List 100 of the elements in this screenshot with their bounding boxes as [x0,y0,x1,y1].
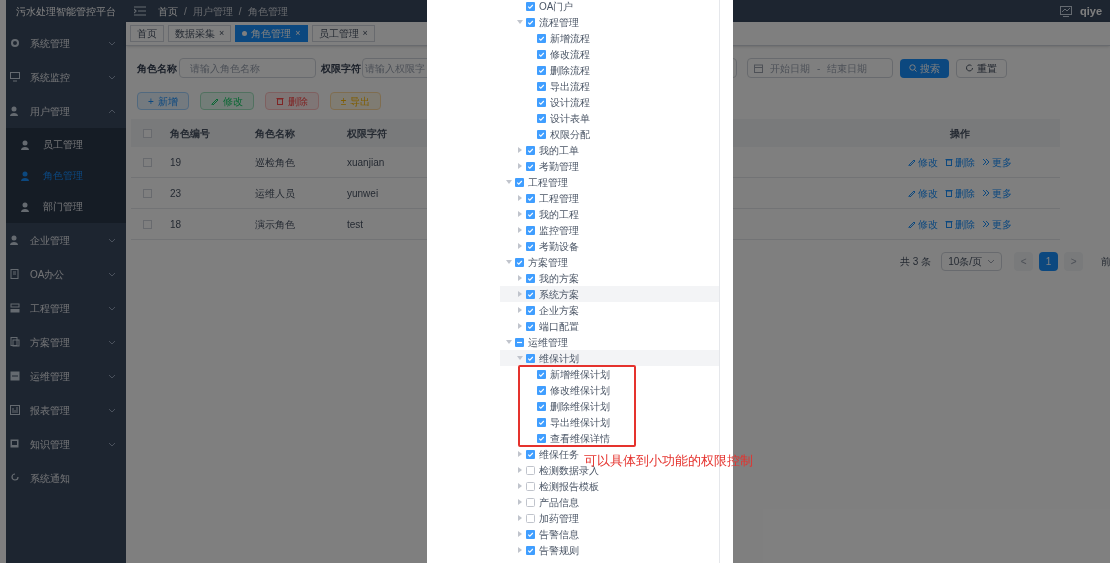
checkbox[interactable] [526,241,535,251]
checkbox[interactable] [515,337,524,347]
checkbox[interactable] [537,385,546,395]
checkbox[interactable] [526,161,535,171]
user-name[interactable]: qiye [1080,2,1102,20]
menu-item[interactable]: 报表管理 [6,393,126,427]
tree-node[interactable]: 设计流程 [500,94,590,110]
checkbox[interactable] [526,145,535,155]
tree-node[interactable]: 企业方案 [500,302,579,318]
tree-node[interactable]: 考勤设备 [500,238,579,254]
caret-down-icon[interactable] [517,355,523,361]
checkbox[interactable] [526,465,535,475]
checkbox[interactable] [515,177,524,187]
menu-item[interactable]: 企业管理 [6,223,126,257]
checkbox[interactable] [526,497,535,507]
delete-button[interactable]: 删除 [264,92,319,110]
menu-item[interactable]: 知识管理 [6,427,126,461]
checkbox[interactable] [526,289,535,299]
caret-right-icon[interactable] [517,291,523,297]
caret-right-icon[interactable] [517,243,523,249]
tree-node[interactable]: 工程管理 [500,174,568,190]
row-action-link[interactable]: 更多 [982,185,1012,201]
add-button[interactable]: + 新增 [137,92,189,110]
tree-node[interactable]: 流程管理 [500,14,579,30]
caret-right-icon[interactable] [517,515,523,521]
checkbox[interactable] [526,209,535,219]
caret-right-icon[interactable] [517,275,523,281]
tree-node[interactable]: 告警信息 [500,526,579,542]
checkbox[interactable] [526,545,535,555]
tab[interactable]: 数据采集 × [168,25,232,42]
menu-icon[interactable] [134,6,146,16]
menu-item[interactable]: 运维管理 [6,359,126,393]
caret-right-icon[interactable] [517,323,523,329]
checkbox[interactable] [526,513,535,523]
row-action-link[interactable]: 删除 [945,216,975,232]
checkbox[interactable] [526,193,535,203]
row-action-link[interactable]: 删除 [945,154,975,170]
row-action-link[interactable]: 更多 [982,216,1012,232]
checkbox[interactable] [537,129,546,139]
caret-right-icon[interactable] [517,547,523,553]
breadcrumb-link[interactable]: 用户管理 [192,3,233,19]
caret-right-icon[interactable] [517,211,523,217]
caret-right-icon[interactable] [517,451,523,457]
tree-node[interactable]: 我的方案 [500,270,579,286]
reset-button[interactable]: 重置 [956,58,1007,78]
checkbox[interactable] [537,49,546,59]
submenu-item[interactable]: 部门管理 [6,191,126,222]
checkbox[interactable] [526,529,535,539]
tab[interactable]: 角色管理 × [235,25,308,42]
checkbox[interactable] [537,433,546,443]
checkbox[interactable] [526,1,535,11]
tree-node[interactable]: 维保任务 [500,446,579,462]
tree-node[interactable]: 导出流程 [500,78,590,94]
tree-node[interactable]: OA门户 [500,0,574,14]
checkbox[interactable] [526,353,535,363]
checkbox[interactable] [526,305,535,315]
caret-right-icon[interactable] [517,227,523,233]
menu-item[interactable]: 系统监控 [6,60,126,94]
checkbox[interactable] [537,33,546,43]
caret-down-icon[interactable] [517,19,523,25]
tree-node[interactable]: 考勤管理 [500,158,579,174]
checkbox[interactable] [526,17,535,27]
tree-node[interactable]: 删除流程 [500,62,590,78]
menu-item[interactable]: 方案管理 [6,325,126,359]
checkbox[interactable] [526,449,535,459]
tree-node[interactable]: 新增维保计划 [500,366,610,382]
caret-down-icon[interactable] [506,339,512,345]
menu-item[interactable]: 用户管理 [6,94,126,128]
row-action-link[interactable]: 更多 [982,154,1012,170]
page-button[interactable]: 1 [1039,252,1059,271]
tree-node[interactable]: 删除维保计划 [500,398,610,414]
checkbox[interactable] [537,401,546,411]
menu-item[interactable]: 系统通知 [6,461,126,495]
row-action-link[interactable]: 修改 [908,185,938,201]
menu-item[interactable]: 系统管理 [6,26,126,60]
tree-node[interactable]: 权限分配 [500,126,590,142]
tree-node[interactable]: 运维管理 [500,334,568,350]
checkbox[interactable] [537,65,546,75]
tree-node[interactable]: 新增流程 [500,30,590,46]
caret-right-icon[interactable] [517,195,523,201]
checkbox[interactable] [537,369,546,379]
tree-node[interactable]: 监控管理 [500,222,579,238]
tree-node[interactable]: 维保计划 [500,350,719,366]
monitor-icon[interactable] [1060,5,1072,17]
caret-right-icon[interactable] [517,467,523,473]
checkbox[interactable] [526,481,535,491]
row-action-link[interactable]: 修改 [908,154,938,170]
tree-node[interactable]: 端口配置 [500,318,579,334]
caret-down-icon[interactable] [506,179,512,185]
page-size-select[interactable]: 10条/页 [941,252,1003,271]
row-action-link[interactable]: 修改 [908,216,938,232]
tree-node[interactable]: 我的工程 [500,206,579,222]
tree-node[interactable]: 系统方案 [500,286,719,302]
caret-down-icon[interactable] [506,259,512,265]
checkbox[interactable] [526,273,535,283]
checkbox[interactable] [526,321,535,331]
search-button[interactable]: 搜索 [900,58,949,78]
breadcrumb-link[interactable]: 首页 [158,3,178,19]
checkbox[interactable] [537,81,546,91]
tree-node[interactable]: 产品信息 [500,494,579,510]
